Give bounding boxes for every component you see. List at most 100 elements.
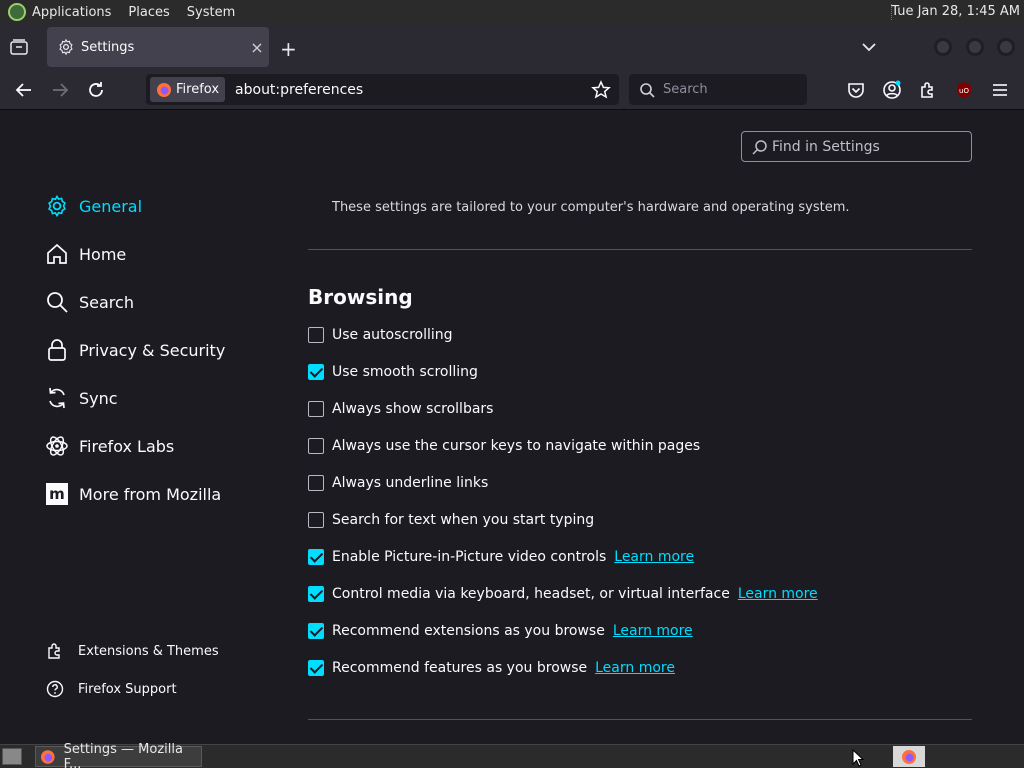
option-underline-links[interactable]: Always underline links (308, 475, 488, 491)
applications-menu[interactable]: Applications (32, 5, 111, 20)
option-smooth-scrolling[interactable]: Use smooth scrolling (308, 364, 478, 380)
search-icon (752, 139, 767, 155)
option-label: Always use the cursor keys to navigate w… (332, 438, 701, 454)
bookmark-star-icon[interactable] (591, 79, 611, 100)
option-media-control[interactable]: Control media via keyboard, headset, or … (308, 586, 818, 602)
search-placeholder: Search (663, 82, 708, 97)
footer-label: Extensions & Themes (78, 643, 219, 659)
option-picture-in-picture[interactable]: Enable Picture-in-Picture video controls… (308, 549, 694, 565)
taskbar-item-firefox[interactable]: Settings — Mozilla F... (35, 742, 202, 768)
ublock-origin-icon[interactable]: uO (954, 80, 974, 100)
svg-text:uO: uO (959, 87, 969, 95)
section-divider (308, 719, 972, 720)
checkbox-checked[interactable] (308, 660, 324, 676)
learn-more-link[interactable]: Learn more (613, 623, 693, 639)
back-arrow-icon[interactable] (14, 80, 34, 100)
checkbox[interactable] (308, 475, 324, 491)
checkbox[interactable] (308, 512, 324, 528)
footer-label: Firefox Support (78, 681, 177, 697)
option-autoscrolling[interactable]: Use autoscrolling (308, 327, 453, 343)
close-tab-icon[interactable]: × (245, 38, 269, 57)
navigation-toolbar: Firefox about:preferences Search uO (0, 70, 1024, 110)
find-in-settings-input[interactable]: Find in Settings (741, 131, 972, 162)
option-label: Search for text when you start typing (332, 512, 595, 528)
checkbox-checked[interactable] (308, 586, 324, 602)
close-window-button[interactable] (997, 38, 1015, 56)
firefox-logo-icon (40, 749, 55, 764)
gear-icon (48, 194, 66, 218)
bottom-taskbar: Settings — Mozilla F... (0, 742, 1024, 768)
reload-icon[interactable] (86, 80, 106, 100)
svg-text:m: m (49, 485, 65, 503)
category-home[interactable]: Home (45, 242, 126, 266)
preferences-page: Find in Settings General Home Search Pri… (0, 111, 1024, 744)
sync-icon (49, 387, 65, 409)
category-label: More from Mozilla (79, 484, 222, 504)
option-label: Recommend features as you browse (332, 660, 588, 676)
category-label: Firefox Labs (79, 436, 175, 456)
browsing-heading: Browsing (308, 285, 413, 309)
option-label: Always show scrollbars (332, 401, 494, 417)
option-label: Use smooth scrolling (332, 364, 478, 380)
checkbox-checked[interactable] (308, 549, 324, 565)
category-more-from-mozilla[interactable]: m More from Mozilla (45, 482, 221, 506)
category-search[interactable]: Search (45, 290, 134, 314)
system-top-panel: Applications Places System Tue Jan 28, 1… (0, 0, 1024, 24)
option-search-when-typing[interactable]: Search for text when you start typing (308, 512, 594, 528)
firefox-view-icon[interactable] (10, 39, 28, 55)
places-menu[interactable]: Places (128, 5, 169, 20)
forward-arrow-icon[interactable] (50, 80, 70, 100)
option-label: Always underline links (332, 475, 489, 491)
mouse-cursor-icon (852, 749, 864, 767)
option-recommend-extensions[interactable]: Recommend extensions as you browse Learn… (308, 623, 693, 639)
find-placeholder: Find in Settings (772, 138, 880, 155)
option-recommend-features[interactable]: Recommend features as you browse Learn m… (308, 660, 675, 676)
learn-more-link[interactable]: Learn more (614, 549, 694, 565)
tailored-note: These settings are tailored to your comp… (332, 200, 850, 215)
category-label: Sync (79, 388, 118, 408)
option-label: Recommend extensions as you browse (332, 623, 605, 639)
tab-settings[interactable]: Settings × (47, 27, 269, 67)
category-sync[interactable]: Sync (45, 386, 118, 410)
identity-label: Firefox (176, 82, 220, 97)
labs-icon (46, 436, 68, 456)
system-menu[interactable]: System (187, 5, 235, 20)
firefox-support-link[interactable]: Firefox Support (46, 680, 177, 698)
new-tab-button[interactable]: + (280, 37, 297, 61)
category-firefox-labs[interactable]: Firefox Labs (45, 434, 174, 458)
category-label: Privacy & Security (79, 340, 226, 360)
category-label: Home (79, 244, 127, 264)
minimize-window-button[interactable] (934, 38, 952, 56)
category-general[interactable]: General (45, 194, 142, 218)
search-input[interactable]: Search (629, 74, 807, 105)
account-icon[interactable] (882, 80, 902, 100)
extensions-puzzle-icon[interactable] (918, 80, 938, 100)
url-text[interactable]: about:preferences (235, 82, 591, 98)
address-bar[interactable]: Firefox about:preferences (146, 74, 619, 105)
pocket-icon[interactable] (846, 80, 866, 100)
category-privacy-security[interactable]: Privacy & Security (45, 338, 225, 362)
home-icon (47, 243, 67, 264)
maximize-window-button[interactable] (966, 38, 984, 56)
checkbox[interactable] (308, 327, 324, 343)
tab-strip: Settings × + (0, 24, 1024, 70)
identity-box[interactable]: Firefox (150, 77, 226, 102)
search-icon (47, 292, 68, 313)
checkbox-checked[interactable] (308, 364, 324, 380)
workspace-switcher[interactable] (893, 746, 925, 767)
option-show-scrollbars[interactable]: Always show scrollbars (308, 401, 493, 417)
distro-logo-icon[interactable] (8, 3, 26, 21)
checkbox[interactable] (308, 438, 324, 454)
learn-more-link[interactable]: Learn more (738, 586, 818, 602)
learn-more-link[interactable]: Learn more (595, 660, 675, 676)
extensions-themes-link[interactable]: Extensions & Themes (46, 642, 219, 660)
checkbox-checked[interactable] (308, 623, 324, 639)
checkbox[interactable] (308, 401, 324, 417)
option-cursor-keys[interactable]: Always use the cursor keys to navigate w… (308, 438, 700, 454)
show-desktop-icon[interactable] (2, 748, 22, 765)
clock[interactable]: Tue Jan 28, 1:45 AM (891, 4, 1020, 19)
chevron-down-icon[interactable] (860, 38, 878, 56)
gear-icon (59, 38, 73, 56)
tab-title: Settings (81, 39, 135, 55)
hamburger-menu-icon[interactable] (990, 80, 1010, 100)
